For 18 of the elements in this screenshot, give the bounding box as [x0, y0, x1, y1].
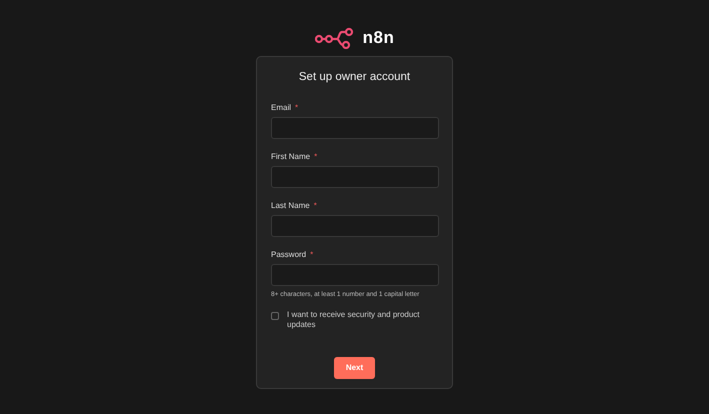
field-label: Password [271, 250, 306, 260]
field-label: First Name [271, 152, 310, 162]
required-mark: * [295, 103, 298, 114]
input-field[interactable] [271, 264, 439, 286]
field-label: Email [271, 103, 292, 114]
input-field[interactable] [271, 166, 439, 188]
next-button[interactable]: Next [334, 357, 375, 379]
required-mark: * [314, 152, 318, 162]
required-mark: * [310, 250, 314, 260]
required-mark: * [314, 201, 317, 212]
checkbox[interactable] [271, 312, 279, 320]
field-label: Last Name [271, 201, 310, 212]
form-title: Set up owner account [298, 70, 412, 85]
input-field[interactable] [271, 215, 439, 238]
logo-text: n8n [362, 26, 394, 49]
input-field[interactable] [271, 117, 439, 140]
checkbox-label: I want to receive security and product updates [287, 310, 421, 330]
logo-icon [314, 26, 355, 48]
